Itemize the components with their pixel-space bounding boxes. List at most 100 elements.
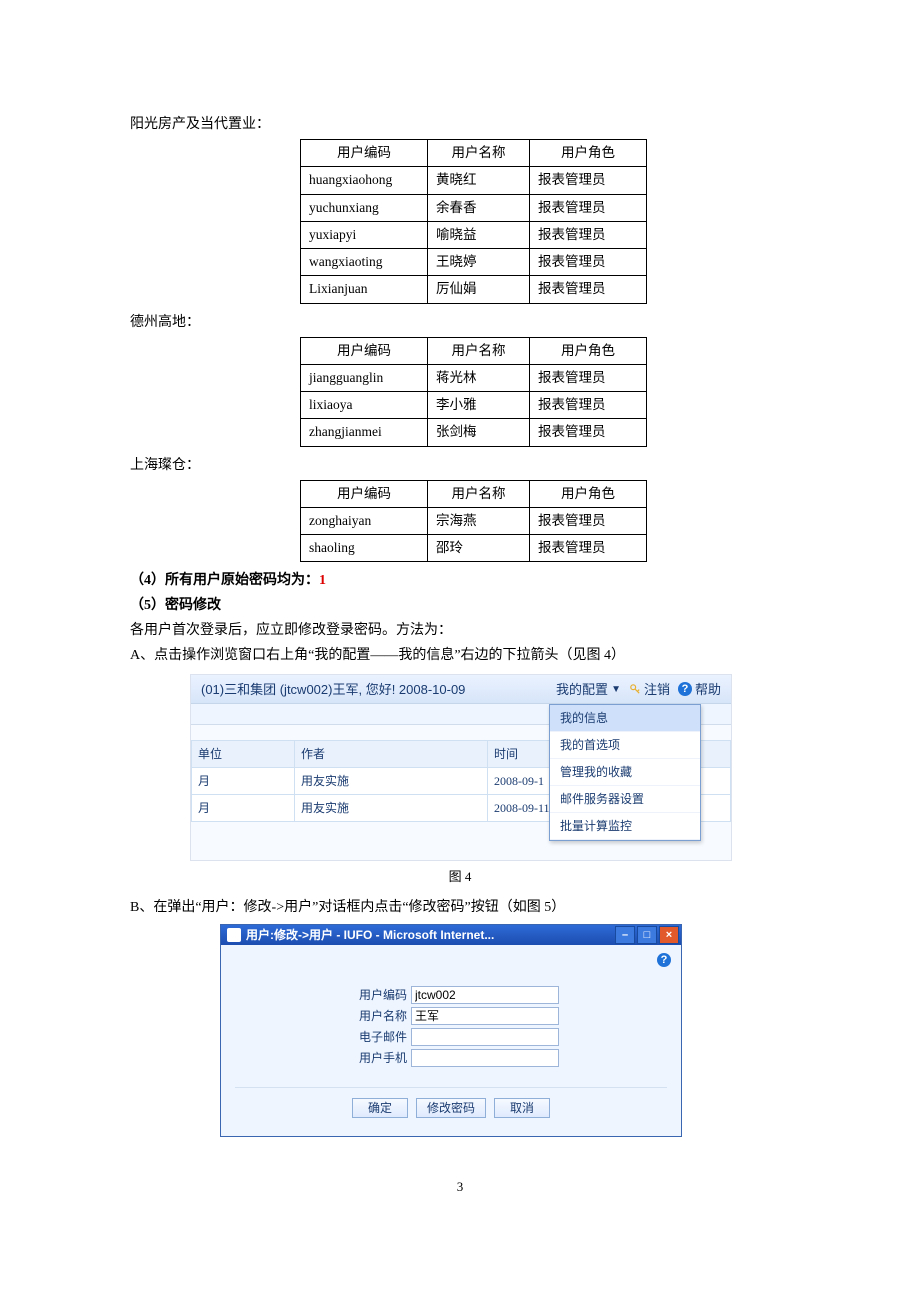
col-header: 用户编码 <box>301 337 428 364</box>
table-row: jiangguanglin蒋光林报表管理员 <box>301 364 647 391</box>
table-row: wangxiaoting王晓婷报表管理员 <box>301 249 647 276</box>
email-field[interactable] <box>411 1028 559 1046</box>
dd-batch-monitor[interactable]: 批量计算监控 <box>550 813 700 840</box>
user-name-label: 用户名称 <box>343 1007 407 1025</box>
user-code-label: 用户编码 <box>343 986 407 1004</box>
user-table: 用户编码用户名称用户角色zonghaiyan宗海燕报表管理员shaoling邵玲… <box>300 480 647 563</box>
table-cell: 报表管理员 <box>530 194 647 221</box>
table-cell: lixiaoya <box>301 392 428 419</box>
maximize-button[interactable]: □ <box>637 926 657 944</box>
user-code-field[interactable] <box>411 986 559 1004</box>
table-cell: 黄晓红 <box>428 167 530 194</box>
fig4-col-author: 作者 <box>295 741 488 768</box>
user-table: 用户编码用户名称用户角色huangxiaohong黄晓红报表管理员yuchunx… <box>300 139 647 304</box>
my-config-dropdown: 我的信息 我的首选项 管理我的收藏 邮件服务器设置 批量计算监控 <box>549 704 701 841</box>
table-cell: yuchunxiang <box>301 194 428 221</box>
figure-5: 用户:修改->用户 - IUFO - Microsoft Internet...… <box>220 924 682 1137</box>
table-row: lixiaoya李小雅报表管理员 <box>301 392 647 419</box>
table-cell: zonghaiyan <box>301 507 428 534</box>
ok-button[interactable]: 确定 <box>352 1098 408 1118</box>
col-header: 用户编码 <box>301 140 428 167</box>
chevron-down-icon: ▼ <box>611 682 621 697</box>
table-row: zonghaiyan宗海燕报表管理员 <box>301 507 647 534</box>
note-5: （5）密码修改 <box>130 595 790 616</box>
table-cell: 报表管理员 <box>530 167 647 194</box>
col-header: 用户角色 <box>530 337 647 364</box>
dialog-title: 用户:修改->用户 - IUFO - Microsoft Internet... <box>246 926 494 944</box>
col-header: 用户名称 <box>428 480 530 507</box>
table-cell: 厉仙娟 <box>428 276 530 303</box>
table-row: Lixianjuan厉仙娟报表管理员 <box>301 276 647 303</box>
table-cell: 李小雅 <box>428 392 530 419</box>
table-cell: 邵玲 <box>428 535 530 562</box>
close-button[interactable]: × <box>659 926 679 944</box>
help-icon[interactable]: ? <box>657 953 671 967</box>
help-icon: ? <box>678 682 692 696</box>
table-cell: 报表管理员 <box>530 249 647 276</box>
table-row: yuchunxiang余春香报表管理员 <box>301 194 647 221</box>
table-cell: 喻晓益 <box>428 221 530 248</box>
table-cell: 报表管理员 <box>530 419 647 446</box>
table-cell: 报表管理员 <box>530 392 647 419</box>
welcome-text: (01)三和集团 (jtcw002)王军, 您好! 2008-10-09 <box>191 680 556 700</box>
table-cell: 蒋光林 <box>428 364 530 391</box>
table-cell: 报表管理员 <box>530 276 647 303</box>
logout-label: 注销 <box>644 680 670 700</box>
dd-mail-settings[interactable]: 邮件服务器设置 <box>550 786 700 813</box>
para-a: A、点击操作浏览窗口右上角“我的配置——我的信息”右边的下拉箭头（见图 4） <box>130 645 790 666</box>
table-row: shaoling邵玲报表管理员 <box>301 535 647 562</box>
key-icon <box>629 683 641 695</box>
note-4: （4）所有用户原始密码均为：1 <box>130 570 790 591</box>
table-cell: 王晓婷 <box>428 249 530 276</box>
note4-value: 1 <box>319 573 326 588</box>
my-config-menu[interactable]: 我的配置 ▼ <box>556 680 621 700</box>
user-name-field[interactable] <box>411 1007 559 1025</box>
change-password-button[interactable]: 修改密码 <box>416 1098 486 1118</box>
para-a-intro: 各用户首次登录后，应立即修改登录密码。方法为： <box>130 620 790 641</box>
page-number: 3 <box>130 1177 790 1197</box>
window-icon <box>227 928 241 942</box>
logout-link[interactable]: 注销 <box>629 680 670 700</box>
table-cell: 余春香 <box>428 194 530 221</box>
dd-my-info[interactable]: 我的信息 <box>550 705 700 732</box>
para-b: B、在弹出“用户：修改->用户”对话框内点击“修改密码”按钮（如图 5） <box>130 897 790 918</box>
fig4-col-unit: 单位 <box>192 741 295 768</box>
col-header: 用户名称 <box>428 140 530 167</box>
col-header: 用户名称 <box>428 337 530 364</box>
table-cell: wangxiaoting <box>301 249 428 276</box>
table-cell: zhangjianmei <box>301 419 428 446</box>
section-label: 阳光房产及当代置业： <box>130 114 790 135</box>
table-cell: 宗海燕 <box>428 507 530 534</box>
dd-my-prefs[interactable]: 我的首选项 <box>550 732 700 759</box>
table-cell: 报表管理员 <box>530 221 647 248</box>
table-row: zhangjianmei张剑梅报表管理员 <box>301 419 647 446</box>
col-header: 用户编码 <box>301 480 428 507</box>
table-cell: Lixianjuan <box>301 276 428 303</box>
email-label: 电子邮件 <box>343 1028 407 1046</box>
minimize-button[interactable]: – <box>615 926 635 944</box>
my-config-label: 我的配置 <box>556 680 608 700</box>
dd-my-favorites[interactable]: 管理我的收藏 <box>550 759 700 786</box>
dialog-titlebar: 用户:修改->用户 - IUFO - Microsoft Internet...… <box>221 925 681 945</box>
phone-field[interactable] <box>411 1049 559 1067</box>
fig4-header: (01)三和集团 (jtcw002)王军, 您好! 2008-10-09 我的配… <box>191 675 731 704</box>
user-table: 用户编码用户名称用户角色jiangguanglin蒋光林报表管理员lixiaoy… <box>300 337 647 447</box>
phone-label: 用户手机 <box>343 1049 407 1067</box>
note4-prefix: （4）所有用户原始密码均为： <box>130 573 319 588</box>
table-cell: yuxiapyi <box>301 221 428 248</box>
table-row: huangxiaohong黄晓红报表管理员 <box>301 167 647 194</box>
col-header: 用户角色 <box>530 140 647 167</box>
help-link[interactable]: ? 帮助 <box>678 680 721 700</box>
help-label: 帮助 <box>695 680 721 700</box>
table-row: yuxiapyi喻晓益报表管理员 <box>301 221 647 248</box>
table-cell: 报表管理员 <box>530 535 647 562</box>
section-label: 德州高地： <box>130 312 790 333</box>
section-label: 上海璨仓： <box>130 455 790 476</box>
cancel-button[interactable]: 取消 <box>494 1098 550 1118</box>
table-cell: jiangguanglin <box>301 364 428 391</box>
figure-4-caption: 图 4 <box>130 867 790 887</box>
table-cell: 报表管理员 <box>530 507 647 534</box>
table-cell: shaoling <box>301 535 428 562</box>
col-header: 用户角色 <box>530 480 647 507</box>
figure-4: (01)三和集团 (jtcw002)王军, 您好! 2008-10-09 我的配… <box>190 674 732 861</box>
